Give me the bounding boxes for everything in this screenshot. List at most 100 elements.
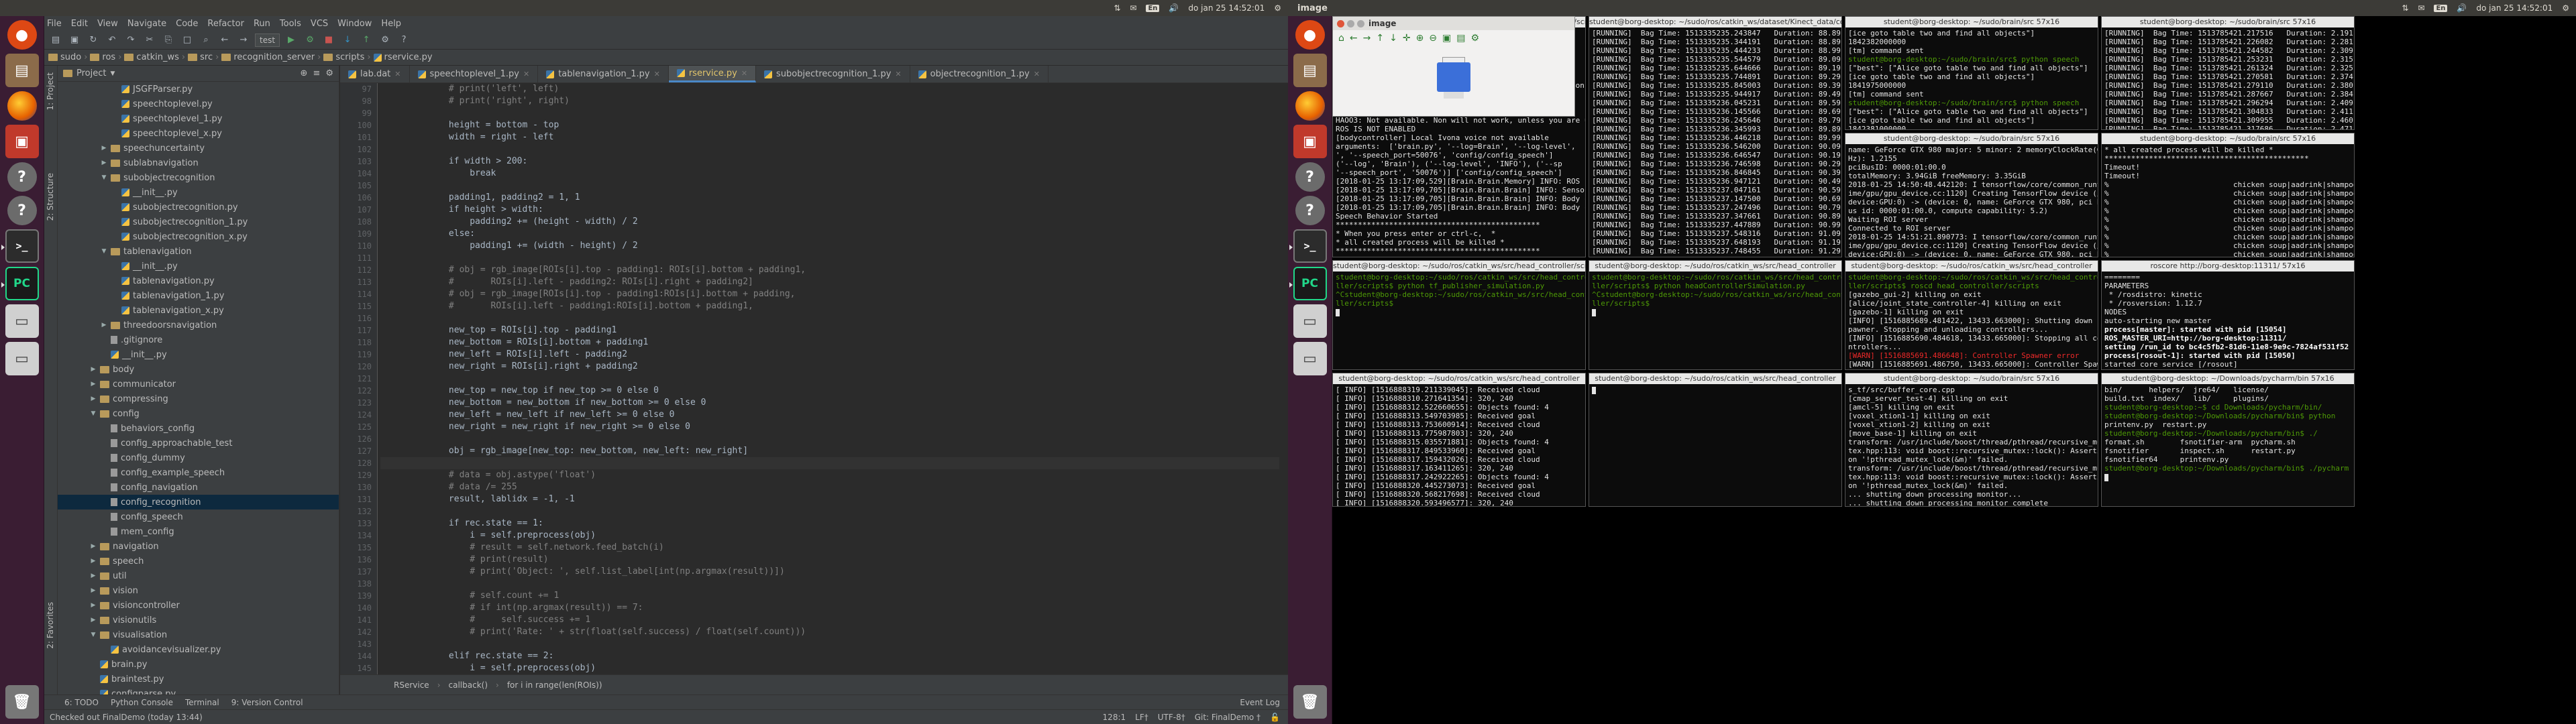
tree-item[interactable]: __init__.py xyxy=(58,185,339,200)
file-encoding[interactable]: UTF-8† xyxy=(1158,713,1185,722)
drive-2-icon[interactable]: ▭ xyxy=(5,342,39,375)
breadcrumb-item[interactable]: catkin_ws xyxy=(124,52,179,62)
terminal-output[interactable]: [ INFO] [1516888319.211339045]: Received… xyxy=(1333,384,1585,506)
close-icon[interactable]: ✕ xyxy=(394,70,400,78)
tool-window-button[interactable]: 6: TODO xyxy=(64,698,99,707)
terminal-output[interactable]: ======== PARAMETERS * /rosdistro: kinetic… xyxy=(2102,272,2354,369)
vcs-update-icon[interactable]: ↓ xyxy=(340,34,355,47)
breadcrumb-item[interactable]: scripts xyxy=(323,52,364,62)
back-icon[interactable]: ← xyxy=(217,34,232,47)
editor-tab[interactable]: speechtoplevel_1.py ✕ xyxy=(410,66,539,82)
collapsed-arrow-icon[interactable]: ▶ xyxy=(90,543,97,550)
scroll-from-source-icon[interactable]: ⊕ xyxy=(301,68,308,78)
tree-item[interactable]: config_recognition xyxy=(58,495,339,509)
tree-item[interactable]: config_dummy xyxy=(58,450,339,465)
redo-icon[interactable]: ↷ xyxy=(123,34,138,47)
collapsed-arrow-icon[interactable]: ▶ xyxy=(90,572,97,579)
firefox-icon[interactable] xyxy=(1295,91,1325,121)
terminal-window[interactable]: student@borg-desktop: ~/sudo/ros/catkin_… xyxy=(1845,260,2098,370)
tree-item[interactable]: config_example_speech xyxy=(58,465,339,480)
tool-window-button[interactable]: Python Console xyxy=(111,698,173,707)
tree-item[interactable]: braintest.py xyxy=(58,672,339,686)
forward-icon[interactable]: → xyxy=(236,34,251,47)
tree-item[interactable]: tablenavigation_x.py xyxy=(58,303,339,318)
terminal-output[interactable]: [ice goto table two and find all objects… xyxy=(1845,27,2098,129)
tree-item[interactable]: ▶ visionutils xyxy=(58,613,339,627)
help-icon[interactable]: ? xyxy=(396,34,411,47)
gear-icon[interactable]: ⚙ xyxy=(325,68,333,78)
close-icon[interactable]: ✕ xyxy=(1034,70,1040,78)
trash-icon[interactable]: 🗑 xyxy=(5,685,39,719)
terminal-output[interactable]: student@borg-desktop:~/sudo/ros/catkin_w… xyxy=(1333,272,1585,318)
menu-edit[interactable]: Edit xyxy=(71,19,88,29)
tree-item[interactable]: ▶ threedoorsnavigation xyxy=(58,318,339,333)
expanded-arrow-icon[interactable]: ▼ xyxy=(101,248,107,255)
files-icon[interactable]: ▤ xyxy=(1293,54,1327,87)
collapsed-arrow-icon[interactable]: ▶ xyxy=(90,558,97,564)
terminal-window[interactable]: student@borg-desktop: ~/sudo/brain/src 5… xyxy=(1845,373,2098,507)
back-arrow-icon[interactable]: ← xyxy=(1350,33,1358,44)
terminal-window[interactable]: student@borg-desktop: ~/sudo/ros/catkin_… xyxy=(1332,373,1586,507)
collapsed-arrow-icon[interactable]: ▶ xyxy=(90,617,97,623)
tree-item[interactable]: speechtoplevel_x.py xyxy=(58,126,339,141)
tab-project[interactable]: 1: Project xyxy=(46,72,55,111)
save-icon[interactable]: ▤ xyxy=(1456,33,1465,44)
down-arrow-icon[interactable]: ↓ xyxy=(1389,33,1397,44)
collapsed-arrow-icon[interactable]: ▶ xyxy=(90,587,97,594)
editor-tab[interactable]: lab.dat ✕ xyxy=(340,66,410,82)
tree-item[interactable]: ▶ sublabnavigation xyxy=(58,156,339,170)
tree-item[interactable]: ▶ speechuncertainty xyxy=(58,141,339,156)
close-icon[interactable]: ✕ xyxy=(895,70,901,78)
tree-item[interactable]: ▶ compressing xyxy=(58,391,339,406)
cut-icon[interactable]: ✂ xyxy=(142,34,157,47)
menu-code[interactable]: Code xyxy=(176,19,198,29)
close-icon[interactable]: ✕ xyxy=(654,70,660,78)
terminal-icon[interactable]: >_ xyxy=(1,229,39,263)
minimize-icon[interactable] xyxy=(1347,19,1354,27)
network-icon[interactable]: ⇅ xyxy=(2402,3,2408,13)
tree-item[interactable]: ▼ subobjectrecognition xyxy=(58,170,339,185)
tree-item[interactable]: subobjectrecognition_x.py xyxy=(58,229,339,244)
terminal-output[interactable]: * all created process will be killed * **… xyxy=(2102,144,2354,257)
tree-item[interactable]: ▶ navigation xyxy=(58,539,339,554)
terminal-window[interactable]: student@borg-desktop: ~/sudo/ros/catkin_… xyxy=(1589,373,1842,507)
maximize-icon[interactable] xyxy=(1357,19,1364,27)
clock[interactable]: do jan 25 14:52:01 xyxy=(1188,3,1265,13)
home-icon[interactable]: ⌂ xyxy=(1338,33,1344,44)
tree-item[interactable]: JSGFParser.py xyxy=(58,82,339,97)
tree-item[interactable]: tablenavigation_1.py xyxy=(58,288,339,303)
sync-icon[interactable]: ↻ xyxy=(86,34,101,47)
help-icon[interactable]: ? xyxy=(1295,162,1325,192)
terminal-output[interactable]: [RUNNING] Bag Time: 1513785421.217516 Du… xyxy=(2102,27,2354,129)
firefox-icon[interactable] xyxy=(7,91,37,121)
zoom-in-icon[interactable]: ⊕ xyxy=(1416,33,1424,44)
terminal-window[interactable]: student@borg-desktop: ~/sudo/ros/catkin_… xyxy=(1589,260,1842,370)
tree-item[interactable]: ▶ visioncontroller xyxy=(58,598,339,613)
drive-icon[interactable]: ▭ xyxy=(5,304,39,338)
collapsed-arrow-icon[interactable]: ▶ xyxy=(90,602,97,609)
clock[interactable]: do jan 25 14:52:01 xyxy=(2476,3,2553,13)
tree-item[interactable]: brain.py xyxy=(58,657,339,672)
volume-icon[interactable]: 🔊 xyxy=(1169,3,1179,13)
tool-window-button[interactable]: 9: Version Control xyxy=(231,698,303,707)
terminal-window[interactable]: student@borg-desktop: ~/sudo/brain/src 5… xyxy=(1845,133,2098,257)
help-2-icon[interactable]: ? xyxy=(7,196,37,225)
editor-tab[interactable]: tablenavigation_1.py ✕ xyxy=(538,66,669,82)
debug-icon[interactable]: ⚙ xyxy=(303,34,317,47)
save-icon[interactable]: ▣ xyxy=(67,34,82,47)
tree-item[interactable]: ▶ util xyxy=(58,568,339,583)
settings-icon[interactable]: ⚙ xyxy=(378,34,392,47)
code-editor[interactable]: # print('left', left) # print('right', r… xyxy=(380,83,1279,674)
code-crumb-item[interactable]: RService xyxy=(394,680,429,690)
session-gear-icon[interactable]: ⚙ xyxy=(1274,3,1281,13)
caret-position[interactable]: 128:1 xyxy=(1103,713,1126,722)
pan-icon[interactable]: ✛ xyxy=(1403,33,1411,44)
tool-window-button[interactable]: Event Log xyxy=(1240,698,1280,707)
run-icon[interactable]: ▶ xyxy=(284,34,299,47)
terminal-output[interactable]: bin/ helpers/ jre64/ license/build.txt i… xyxy=(2102,384,2354,483)
menu-vcs[interactable]: VCS xyxy=(311,19,328,29)
tree-item[interactable]: __init__.py xyxy=(58,259,339,274)
terminal-output[interactable] xyxy=(1589,384,1841,396)
ubuntu-dash-icon[interactable]: ● xyxy=(1295,20,1325,50)
terminal-window[interactable]: student@borg-desktop: ~/sudo/ros/catkin_… xyxy=(1589,16,1842,257)
